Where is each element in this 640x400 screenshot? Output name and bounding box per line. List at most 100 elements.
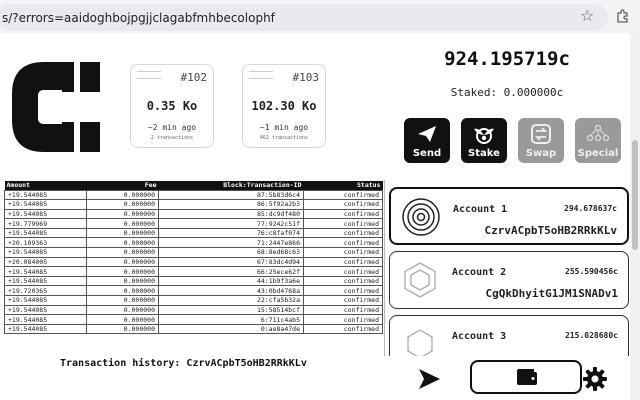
settings-icon[interactable] [582,366,608,392]
tx-amount: +20.084005 [4,256,87,268]
wallet-tab[interactable] [470,360,582,394]
table-row[interactable]: +19.544085 0.000000 15:58514bcf confirmed [4,304,383,316]
account-card[interactable]: Account 2 255.590456c CgQkDhyitG1JM1SNAD… [389,251,629,309]
tx-status: confirmed [303,227,383,239]
block-number: #103 [292,71,320,84]
tx-status: confirmed [303,199,383,210]
stake-label: Stake [468,148,500,159]
table-row[interactable]: +19.544085 0.000000 0:ae8a47de confirmed [4,323,383,335]
tx-amount: +19.720365 [4,285,87,297]
account-address: CgQkDhyitG1JM1SNADv1 [485,287,618,300]
account-avatar-icon [402,198,440,236]
table-row[interactable]: +19.544085 0.000000 66:25ece62f confirmed [4,266,383,277]
tx-block-id: 77:9242c51f [158,218,304,229]
account-name: Account 3 [452,331,507,342]
block-card[interactable]: #102 0.35 Ko ~2 min ago 2 transactions [130,64,214,148]
tx-fee: 0.000000 [86,314,159,325]
send-icon[interactable] [416,366,442,392]
account-balance: 215.028680c [565,331,618,340]
table-row[interactable]: +19.544085 0.000000 22:cfa5b32a confirmed [4,295,383,306]
table-row[interactable]: +19.720365 0.000000 43:0bd4768a confirmed [4,285,383,297]
bookmark-star-icon[interactable]: ☆ [580,6,594,25]
tx-block-id: 71:2447e866 [158,237,304,249]
tx-block-id: 43:0bd4768a [158,285,304,297]
table-row[interactable]: +19.544085 0.000000 76:c8faf074 confirmed [4,227,383,239]
block-card[interactable]: #103 102.30 Ko ~1 min ago 462 transactio… [242,64,326,148]
tx-fee: 0.000000 [86,208,159,220]
block-age: ~2 min ago [147,123,197,132]
table-row[interactable]: +20.084005 0.000000 67:83dc4d94 confirmed [4,256,383,268]
table-row[interactable]: +20.109363 0.000000 71:2447e866 confirmed [4,237,383,249]
swap-button[interactable]: Swap [518,118,564,163]
swap-label: Swap [525,148,557,159]
account-balance: 255.590456c [565,267,618,276]
tx-block-id: 87:5b83d6c4 [158,189,304,201]
tx-status: confirmed [303,237,383,249]
tx-block-id: 6:711c4ab5 [158,314,304,325]
tx-amount: +19.544085 [4,295,87,306]
tx-fee: 0.000000 [86,189,159,201]
tx-status: confirmed [303,266,383,277]
table-row[interactable]: +19.544085 0.000000 85:dc9df480 confirmed [4,208,383,220]
table-row[interactable]: +19.544085 0.000000 44:1b9f3a6e confirmed [4,275,383,287]
browser-toolbar: s/?errors=aaidoghbojpgjjclagabfmhbecolop… [0,0,640,33]
tx-status: confirmed [303,314,383,325]
table-row[interactable]: +19.544085 0.000000 6:711c4ab5 confirmed [4,314,383,325]
tx-fee: 0.000000 [86,304,159,316]
tx-block-id: 85:dc9df480 [158,208,304,220]
tx-block-id: 86:5f92a2b3 [158,199,304,210]
column-header-fee: Fee [86,181,159,190]
tx-amount: +19.779969 [4,218,87,229]
tx-amount: +19.544085 [4,199,87,210]
wallet-balance: 924.195719c [444,48,570,70]
tx-fee: 0.000000 [86,256,159,268]
app-logo-icon [12,62,100,152]
account-card[interactable]: Account 1 294.678637c CzrvACpbT5oHB2RRkK… [389,187,629,245]
tx-fee: 0.000000 [86,218,159,229]
tx-status: confirmed [303,304,383,316]
scrollbar-thumb[interactable] [632,140,638,250]
block-mini-graphic [249,71,273,79]
tx-amount: +19.544085 [4,247,87,258]
extensions-puzzle-icon[interactable] [616,9,630,23]
tx-amount: +19.544085 [4,189,87,201]
tx-fee: 0.000000 [86,227,159,239]
tx-block-id: 15:58514bcf [158,304,304,316]
send-button[interactable]: Send [404,118,450,163]
special-button[interactable]: Special [575,118,621,163]
table-row[interactable]: +19.544085 0.000000 86:5f92a2b3 confirmed [4,199,383,210]
tx-amount: +19.544085 [4,275,87,287]
tx-block-id: 44:1b9f3a6e [158,275,304,287]
block-age: ~1 min ago [259,123,309,132]
table-row[interactable]: +19.544085 0.000000 68:8ed68c63 confirmed [4,247,383,258]
tx-status: confirmed [303,208,383,220]
tx-fee: 0.000000 [86,323,159,335]
column-header-status: Status [303,181,383,190]
tx-fee: 0.000000 [86,247,159,258]
tx-fee: 0.000000 [86,285,159,297]
tx-status: confirmed [303,247,383,258]
transactions-table: Amount Fee Block:Transaction-ID Status +… [4,181,383,335]
address-bar[interactable]: s/?errors=aaidoghbojpgjjclagabfmhbecolop… [0,4,608,31]
tx-block-id: 68:8ed68c63 [158,247,304,258]
tx-amount: +20.109363 [4,237,87,249]
account-address: CzrvACpbT5oHB2RRkKLv [484,224,617,237]
tx-amount: +19.544085 [4,227,87,239]
column-header-block-tx: Block:Transaction-ID [158,181,304,190]
table-header-row: Amount Fee Block:Transaction-ID Status [4,181,383,190]
block-mini-graphic [137,71,161,79]
table-row[interactable]: +19.779969 0.000000 77:9242c51f confirmed [4,218,383,229]
account-balance: 294.678637c [564,204,617,213]
tx-block-id: 66:25ece62f [158,266,304,277]
table-row[interactable]: +19.544085 0.000000 87:5b83d6c4 confirmed [4,189,383,201]
url-text[interactable]: s/?errors=aaidoghbojpgjjclagabfmhbecolop… [2,11,275,25]
stake-button[interactable]: Stake [461,118,507,163]
block-tx-count: 2 transactions [150,135,194,141]
seedling-icon [474,128,494,144]
send-label: Send [412,148,442,159]
tx-status: confirmed [303,189,383,201]
block-size: 102.30 Ko [251,99,317,113]
special-label: Special [577,148,619,159]
block-tx-count: 462 transactions [259,135,309,141]
tx-block-id: 76:c8faf074 [158,227,304,239]
